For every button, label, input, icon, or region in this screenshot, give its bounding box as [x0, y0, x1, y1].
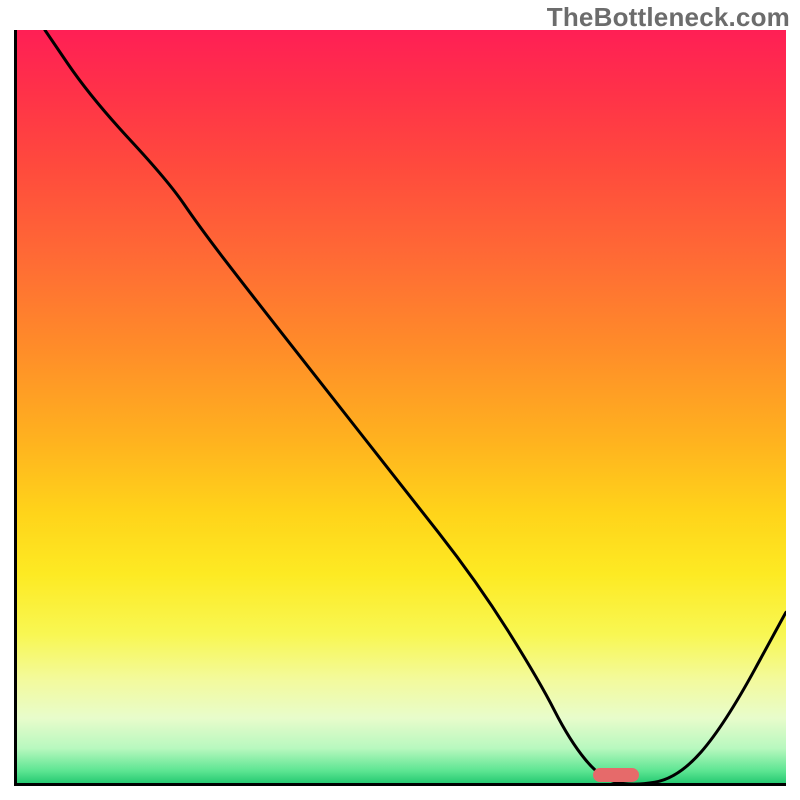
bottleneck-curve [14, 30, 786, 786]
watermark-text: TheBottleneck.com [547, 2, 790, 33]
optimal-marker [593, 768, 639, 782]
plot-area [14, 30, 786, 786]
chart-container: TheBottleneck.com [0, 0, 800, 800]
